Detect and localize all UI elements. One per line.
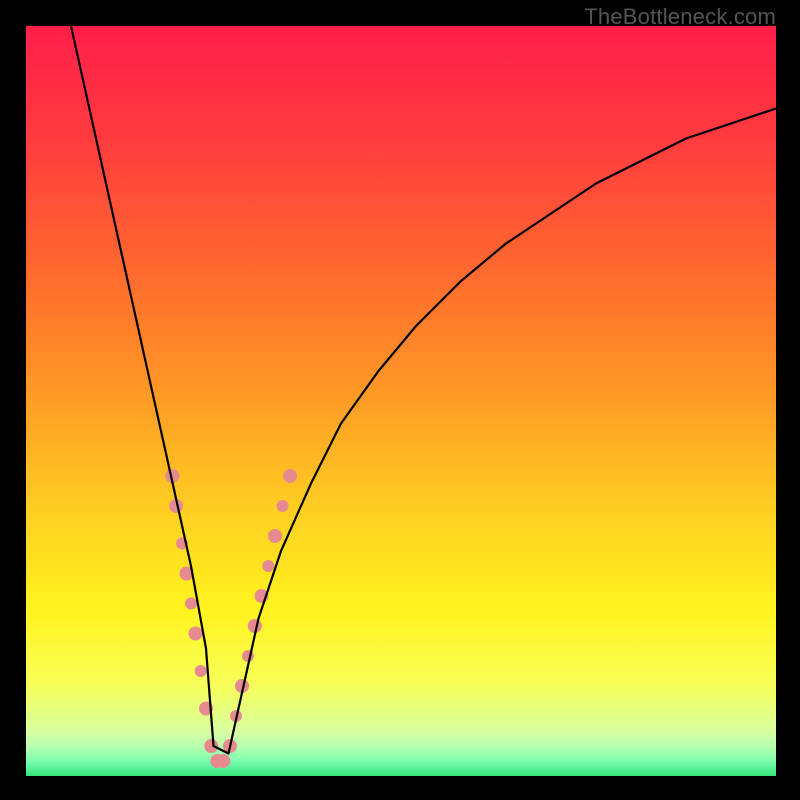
- highlight-marker: [277, 500, 289, 512]
- highlight-marker: [204, 739, 218, 753]
- highlight-marker: [262, 560, 274, 572]
- highlight-marker: [268, 529, 282, 543]
- highlight-marker: [185, 598, 197, 610]
- highlight-marker: [195, 665, 207, 677]
- watermark-text: TheBottleneck.com: [584, 4, 776, 30]
- chart-frame: TheBottleneck.com: [0, 0, 800, 800]
- highlight-marker: [283, 469, 297, 483]
- highlight-marker: [189, 627, 203, 641]
- highlight-marker: [216, 754, 230, 768]
- chart-svg: [26, 26, 776, 776]
- bottleneck-curve: [71, 26, 776, 754]
- plot-area: [26, 26, 776, 776]
